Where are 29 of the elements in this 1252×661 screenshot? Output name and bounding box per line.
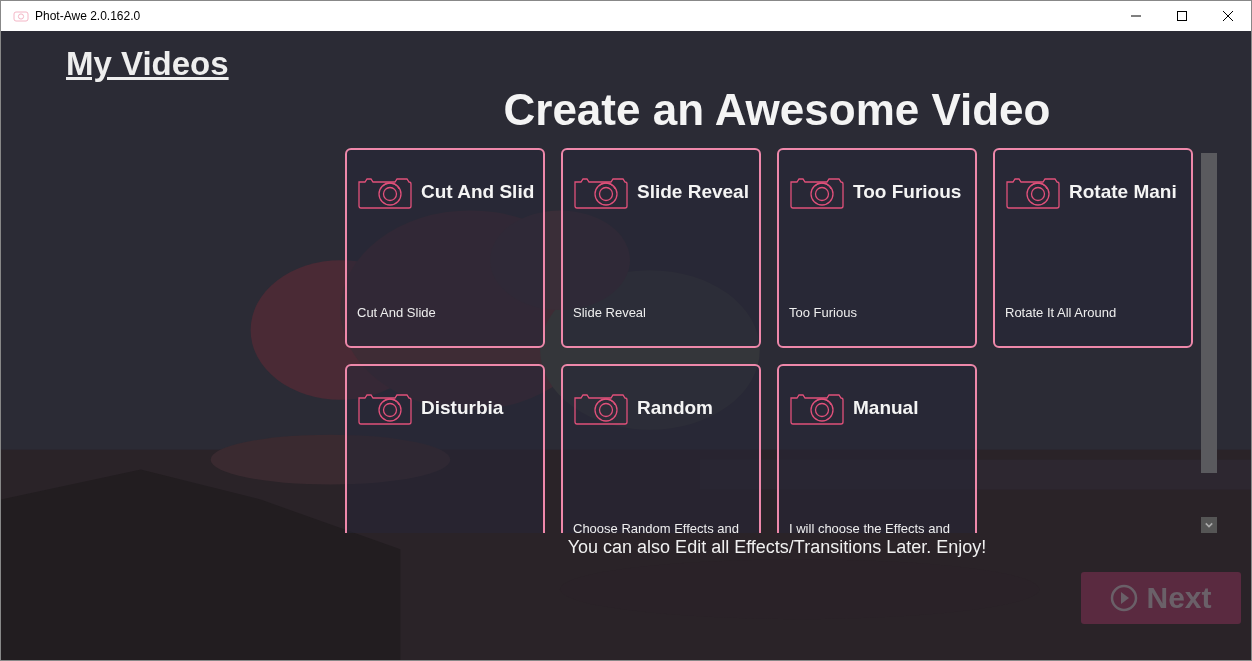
maximize-icon[interactable] [1177,11,1187,21]
card-title: Rotate Mani [1069,181,1177,203]
card-title: Manual [853,397,919,419]
card-description: Slide Reveal [573,305,647,320]
window-title: Phot-Awe 2.0.162.0 [35,9,141,23]
chevron-down-icon[interactable] [1201,517,1217,533]
close-icon[interactable] [1223,11,1233,21]
page-heading: Create an Awesome Video [502,85,1052,135]
template-card[interactable]: Slide Reveal Slide Reveal [561,148,761,348]
card-description: Rotate It All Around [1005,305,1118,320]
play-icon [1110,584,1139,612]
card-title: Disturbia [421,397,504,419]
template-card[interactable]: Disturbia [345,364,545,533]
card-description: I will choose the Effects and [789,521,951,533]
template-card[interactable]: Too Furious Too Furious [777,148,977,348]
footer-note: You can also Edit all Effects/Transitions Later. Enjoy! [566,537,988,558]
app-camera-icon [13,10,29,22]
template-card[interactable]: Manual I will choose the Effects and [777,364,977,533]
card-title: Slide Reveal [637,181,749,203]
card-description: Too Furious [789,305,858,320]
template-card[interactable]: Random Choose Random Effects and [561,364,761,533]
my-videos-link[interactable]: My Videos [66,45,229,83]
card-title: Random [637,397,713,419]
card-title: Cut And Slid [421,181,535,203]
card-description: Choose Random Effects and [573,521,740,533]
card-description: Cut And Slide [357,305,437,320]
template-card[interactable]: Cut And Slid Cut And Slide [345,148,545,348]
card-title: Too Furious [853,181,962,203]
template-card[interactable]: Rotate Mani Rotate It All Around [993,148,1193,348]
